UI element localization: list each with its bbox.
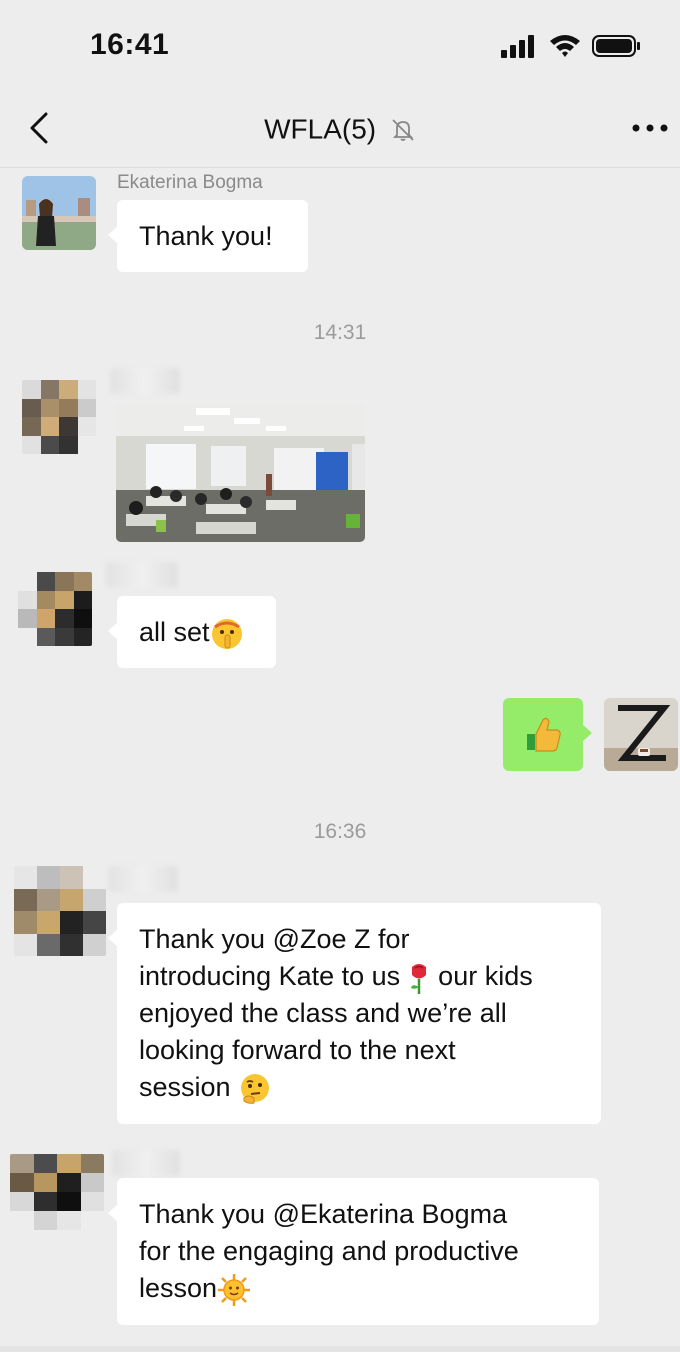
message-line: Thank you @Ekaterina Bogma — [139, 1199, 508, 1229]
message-line: looking forward to the next — [139, 1035, 456, 1065]
avatar-ekaterina[interactable] — [22, 176, 96, 250]
blurred-sender-name — [108, 866, 178, 892]
timestamp: 16:36 — [313, 820, 367, 843]
message-bubble-own[interactable] — [503, 698, 592, 771]
chat-header: WFLA(5) — [0, 90, 680, 168]
avatar-photo — [22, 176, 96, 250]
message-line: introducing Kate to us our kids — [139, 958, 579, 995]
message-line: enjoyed the class and we’re all — [139, 998, 507, 1028]
shushing-face-icon — [211, 618, 242, 649]
thumbs-up-icon — [527, 717, 561, 752]
message-line: session — [139, 1069, 579, 1106]
message-line: lesson — [139, 1270, 577, 1307]
message-text: Thank you! — [139, 221, 273, 251]
message-bubble[interactable]: Thank you @Ekaterina Bogma for the engag… — [108, 1178, 599, 1325]
group-name: WFLA(5) — [264, 113, 377, 145]
avatar-blurred[interactable] — [22, 380, 96, 454]
pixelated-avatar — [18, 572, 92, 646]
blurred-sender-name — [112, 1150, 180, 1176]
classroom-photo — [116, 404, 365, 542]
pixelated-avatar — [14, 866, 106, 956]
thinking-face-icon — [241, 1073, 270, 1104]
timestamp: 14:31 — [313, 321, 367, 344]
chat-title: WFLA(5) — [0, 112, 680, 146]
cellular-signal-icon — [501, 35, 534, 58]
avatar-own[interactable] — [604, 698, 678, 771]
avatar-blurred[interactable] — [18, 572, 92, 646]
message-bubble[interactable]: Thank you! — [108, 200, 308, 272]
rose-icon — [411, 963, 427, 994]
pixelated-avatar — [22, 380, 96, 454]
blurred-sender-name — [110, 368, 180, 394]
status-time: 16:41 — [90, 28, 170, 61]
message-bubble[interactable]: Thank you @Zoe Z for introducing Kate to… — [108, 903, 601, 1124]
message-bubble[interactable]: all set — [108, 596, 276, 668]
bell-muted-icon — [392, 118, 414, 141]
wifi-icon — [550, 35, 580, 57]
status-bar: 16:41 — [0, 0, 680, 90]
sun-with-face-icon — [218, 1273, 251, 1306]
avatar-blurred[interactable] — [14, 866, 106, 956]
bottom-edge — [0, 1346, 680, 1352]
sender-name: Ekaterina Bogma — [117, 172, 263, 193]
message-line: for the engaging and productive — [139, 1236, 519, 1266]
more-dots-icon[interactable] — [630, 120, 670, 136]
message-text: all set — [139, 617, 210, 647]
blurred-sender-name — [106, 562, 178, 588]
battery-icon — [592, 35, 640, 57]
avatar-blurred[interactable] — [10, 1154, 104, 1230]
chat-image-classroom[interactable] — [116, 404, 365, 542]
pixelated-avatar — [10, 1154, 104, 1230]
message-line: Thank you @Zoe Z for — [139, 924, 410, 954]
avatar-z-logo — [604, 698, 678, 771]
